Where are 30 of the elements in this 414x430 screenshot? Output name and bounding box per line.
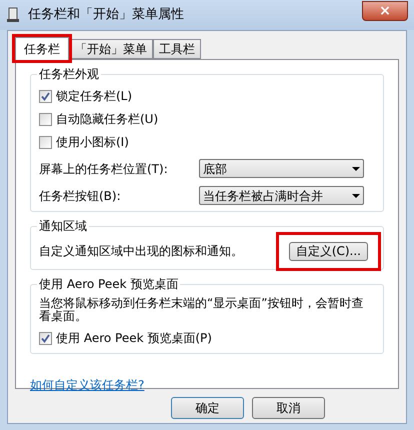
- dialog-button[interactable]: 取消: [252, 397, 325, 419]
- checkbox[interactable]: [39, 90, 52, 102]
- checkbox[interactable]: [39, 332, 52, 344]
- dropdown-arrow-icon: [352, 166, 360, 170]
- description-text: 自定义通知区域中出现的图标和通知。: [39, 243, 244, 260]
- checkmark-icon: [41, 92, 50, 100]
- tab[interactable]: 「开始」菜单: [69, 39, 153, 59]
- checkbox-label: 使用 Aero Peek 预览桌面(P): [56, 330, 212, 347]
- description-text: 当您将鼠标移动到任务栏末端的“显示桌面”按钮时，会暂时查看桌面。: [39, 297, 364, 323]
- checkbox[interactable]: [39, 136, 52, 148]
- group-title: 通知区域: [37, 218, 89, 234]
- checkbox[interactable]: [39, 112, 52, 126]
- dropdown[interactable]: 当任务栏被占满时合并: [199, 186, 364, 205]
- group-title: 任务栏外观: [37, 66, 101, 82]
- checkmark-icon: [41, 334, 50, 342]
- group-title: 使用 Aero Peek 预览桌面: [37, 276, 180, 292]
- checkbox-label: 锁定任务栏(L): [56, 88, 132, 105]
- help-link[interactable]: 如何自定义该任务栏?: [30, 376, 144, 394]
- window-title: 任务栏和「开始」菜单属性: [28, 6, 184, 24]
- tab[interactable]: 工具栏: [153, 39, 201, 59]
- customize-button[interactable]: 自定义(C)...: [288, 242, 368, 260]
- dropdown-label: 屏幕上的任务栏位置(T):: [39, 160, 169, 178]
- checkbox-label: 使用小图标(I): [56, 134, 129, 151]
- dropdown[interactable]: 底部: [199, 159, 364, 178]
- taskbar-window-icon: [6, 7, 22, 23]
- dialog-button[interactable]: 确定: [171, 397, 244, 419]
- dropdown-arrow-icon: [352, 194, 360, 198]
- checkbox-label: 自动隐藏任务栏(U): [56, 111, 158, 128]
- tab[interactable]: 任务栏: [15, 37, 69, 60]
- dropdown-label: 任务栏按钮(B):: [39, 188, 122, 204]
